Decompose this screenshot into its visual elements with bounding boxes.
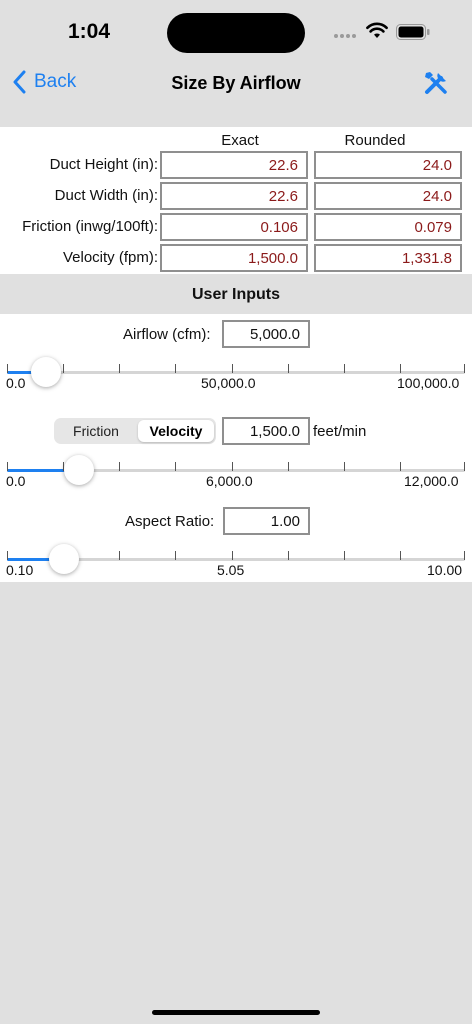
velocity-max-label: 12,000.0 (404, 473, 459, 489)
home-indicator (152, 1010, 320, 1015)
page-title: Size By Airflow (171, 73, 301, 93)
velocity-exact-field: 1,500.0 (160, 244, 308, 272)
airflow-slider-thumb[interactable] (31, 357, 62, 387)
velocity-min-label: 0.0 (6, 473, 26, 489)
aspect-ratio-input[interactable]: 1.00 (223, 507, 310, 535)
airflow-label: Airflow (cfm): (123, 326, 211, 343)
velocity-slider-thumb[interactable] (63, 455, 94, 485)
aspect-ratio-max-label: 10.00 (427, 562, 463, 578)
velocity-input[interactable]: 1,500.0 (222, 417, 310, 445)
friction-label: Friction (inwg/100ft): (22, 218, 158, 235)
result-row-friction: Friction (inwg/100ft): 0.106 0.079 (0, 213, 472, 241)
aspect-ratio-mid-label: 5.05 (217, 562, 245, 578)
segment-velocity[interactable]: Velocity (138, 420, 214, 442)
segment-friction[interactable]: Friction (56, 420, 136, 442)
exact-column-header: Exact (221, 132, 259, 149)
results-panel: Exact Rounded Duct Height (in): 22.6 24.… (0, 127, 472, 274)
duct-height-label: Duct Height (in): (49, 156, 158, 173)
wifi-icon (366, 22, 388, 38)
dynamic-island (167, 13, 305, 53)
navigation-bar: Back Size By Airflow (0, 62, 472, 106)
airflow-mid-label: 50,000.0 (201, 375, 256, 391)
duct-width-exact-field: 22.6 (160, 182, 308, 210)
aspect-ratio-slider-fill (7, 558, 53, 561)
velocity-unit-label: feet/min (313, 423, 367, 440)
duct-height-rounded-field: 24.0 (314, 151, 462, 179)
velocity-slider-fill (7, 469, 68, 472)
status-bar: 1:04 (0, 0, 472, 62)
status-time: 1:04 (68, 20, 111, 43)
battery-icon (396, 24, 430, 40)
rounded-column-header: Rounded (344, 132, 406, 149)
inputs-panel: Airflow (cfm): 5,000.0 0.0 50,000.0 100,… (0, 314, 472, 582)
duct-height-exact-field: 22.6 (160, 151, 308, 179)
velocity-mid-label: 6,000.0 (206, 473, 253, 489)
airflow-max-label: 100,000.0 (397, 375, 460, 391)
velocity-label: Velocity (fpm): (62, 249, 158, 266)
aspect-ratio-slider[interactable]: 0.10 5.05 10.00 (6, 539, 465, 579)
friction-exact-field: 0.106 (160, 213, 308, 241)
result-row-velocity: Velocity (fpm): 1,500.0 1,331.8 (0, 244, 472, 272)
tools-icon[interactable] (421, 68, 451, 98)
friction-rounded-field: 0.079 (314, 213, 462, 241)
velocity-rounded-field: 1,331.8 (314, 244, 462, 272)
cellular-signal-icon (334, 34, 360, 40)
aspect-ratio-label: Aspect Ratio: (125, 513, 215, 530)
aspect-ratio-min-label: 0.10 (6, 562, 34, 578)
airflow-min-label: 0.0 (6, 375, 26, 391)
duct-width-label: Duct Width (in): (54, 187, 158, 204)
velocity-slider[interactable]: 0.0 6,000.0 12,000.0 (6, 450, 465, 490)
user-inputs-header: User Inputs (0, 274, 472, 314)
result-row-duct-width: Duct Width (in): 22.6 24.0 (0, 182, 472, 210)
airflow-slider[interactable]: 0.0 50,000.0 100,000.0 (6, 352, 465, 392)
aspect-ratio-slider-thumb[interactable] (48, 544, 79, 574)
result-row-duct-height: Duct Height (in): 22.6 24.0 (0, 151, 472, 179)
friction-velocity-segmented-control[interactable]: Friction Velocity (54, 418, 216, 444)
duct-width-rounded-field: 24.0 (314, 182, 462, 210)
airflow-input[interactable]: 5,000.0 (222, 320, 310, 348)
